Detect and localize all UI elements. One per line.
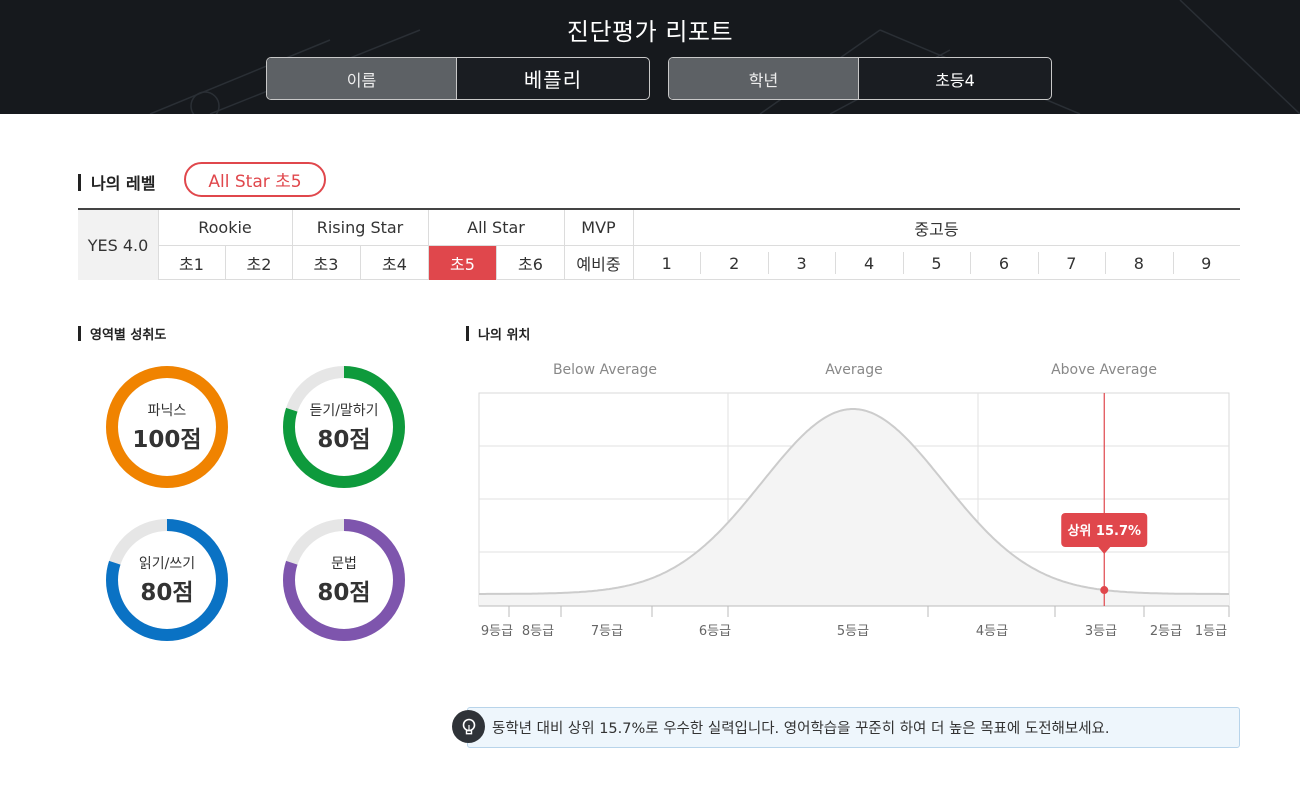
level-cell: 1 xyxy=(661,253,672,273)
donut-label: 파닉스 xyxy=(147,403,187,419)
donut-phonics: 파닉스 100점 xyxy=(104,364,230,490)
student-grade-box: 학년 초등4 xyxy=(668,57,1052,100)
donut-label: 문법 xyxy=(331,556,357,572)
grade-tick-label: 9등급 xyxy=(481,624,513,639)
grade-tick-label: 2등급 xyxy=(1150,624,1182,639)
level-cell: 3 xyxy=(796,253,807,273)
donut-score: 80점 xyxy=(140,580,194,606)
level-cell: 7 xyxy=(1066,253,1077,273)
level-cell: 9 xyxy=(1201,253,1212,273)
my-level-title: 나의 레벨 xyxy=(91,174,156,193)
level-group-middle-high: 중고등 xyxy=(914,219,959,239)
donut-score: 80점 xyxy=(317,427,371,453)
level-group-mvp: MVP xyxy=(581,218,616,237)
level-version: YES 4.0 xyxy=(78,210,158,280)
level-table: YES 4.0 Rookie Rising Star All Star MVP … xyxy=(78,208,1240,280)
grade-tick-label: 1등급 xyxy=(1195,624,1227,639)
position-title: 나의 위치 xyxy=(478,328,531,343)
level-cell: 8 xyxy=(1133,253,1144,273)
grade-tick-label: 6등급 xyxy=(699,624,731,639)
section-bar xyxy=(466,326,469,341)
position-chart: Below Average Average Above Average 9등급 8… xyxy=(466,355,1246,655)
achievement-title: 영역별 성취도 xyxy=(90,328,167,343)
level-cell: 초1 xyxy=(179,255,204,274)
level-cell-active: 초5 xyxy=(429,246,496,280)
name-value: 베플리 xyxy=(523,68,583,92)
donut-label: 읽기/쓰기 xyxy=(138,556,196,572)
position-section-header: 나의 위치 xyxy=(466,324,530,343)
grade-label: 학년 xyxy=(669,58,859,99)
donut-listening-speaking: 듣기/말하기 80점 xyxy=(281,364,407,490)
my-level-badge: All Star 초5 xyxy=(184,162,326,197)
distribution-curve: 9등급 8등급 7등급 6등급 5등급 4등급 3등급 2등급 1등급 상위 15.7% xyxy=(478,392,1230,639)
student-name-box: 이름 베플리 xyxy=(266,57,650,100)
level-cell: 예비중 xyxy=(576,255,621,274)
donut-reading-writing: 읽기/쓰기 80점 xyxy=(104,517,230,643)
grade-tick-label: 3등급 xyxy=(1085,624,1117,639)
grade-tick-label: 5등급 xyxy=(837,624,869,639)
level-cell: 초2 xyxy=(246,255,272,274)
donut-label: 듣기/말하기 xyxy=(309,403,379,419)
level-group-rising-star: Rising Star xyxy=(316,218,404,237)
section-bar xyxy=(78,326,81,341)
marker-label: 상위 15.7% xyxy=(1067,524,1141,539)
grade-tick-label: 7등급 xyxy=(591,624,623,639)
donut-score: 80점 xyxy=(317,580,371,606)
section-bar xyxy=(78,173,81,191)
feedback-message-box: 동학년 대비 상위 15.7%로 우수한 실력입니다. 영어학습을 꾸준히 하여… xyxy=(467,707,1240,748)
level-cell: 5 xyxy=(931,253,942,273)
level-cell: 초4 xyxy=(382,255,407,274)
level-cell: 초6 xyxy=(518,255,543,274)
level-group-rookie: Rookie xyxy=(198,218,252,237)
level-cell: 4 xyxy=(863,253,875,273)
my-level-section-header: 나의 레벨 xyxy=(78,170,155,194)
feedback-message: 동학년 대비 상위 15.7%로 우수한 실력입니다. 영어학습을 꾸준히 하여… xyxy=(492,721,1110,737)
marker-dot xyxy=(1100,586,1109,595)
level-cell: 2 xyxy=(729,253,740,273)
level-cell: 6 xyxy=(998,253,1010,273)
level-group-all-star: All Star xyxy=(467,218,525,237)
report-header: 진단평가 리포트 이름 베플리 학년 초등4 xyxy=(0,0,1300,114)
grade-tick-label: 8등급 xyxy=(522,624,554,639)
grade-value: 초등4 xyxy=(935,70,975,90)
level-cell: 초3 xyxy=(313,255,339,274)
donut-grammar: 문법 80점 xyxy=(281,517,407,643)
page-title: 진단평가 리포트 xyxy=(566,18,734,46)
grade-tick-label: 4등급 xyxy=(976,624,1008,639)
achievement-section-header: 영역별 성취도 xyxy=(78,324,166,343)
lightbulb-icon xyxy=(452,710,485,743)
donut-score: 100점 xyxy=(132,427,202,453)
name-label: 이름 xyxy=(267,58,457,99)
